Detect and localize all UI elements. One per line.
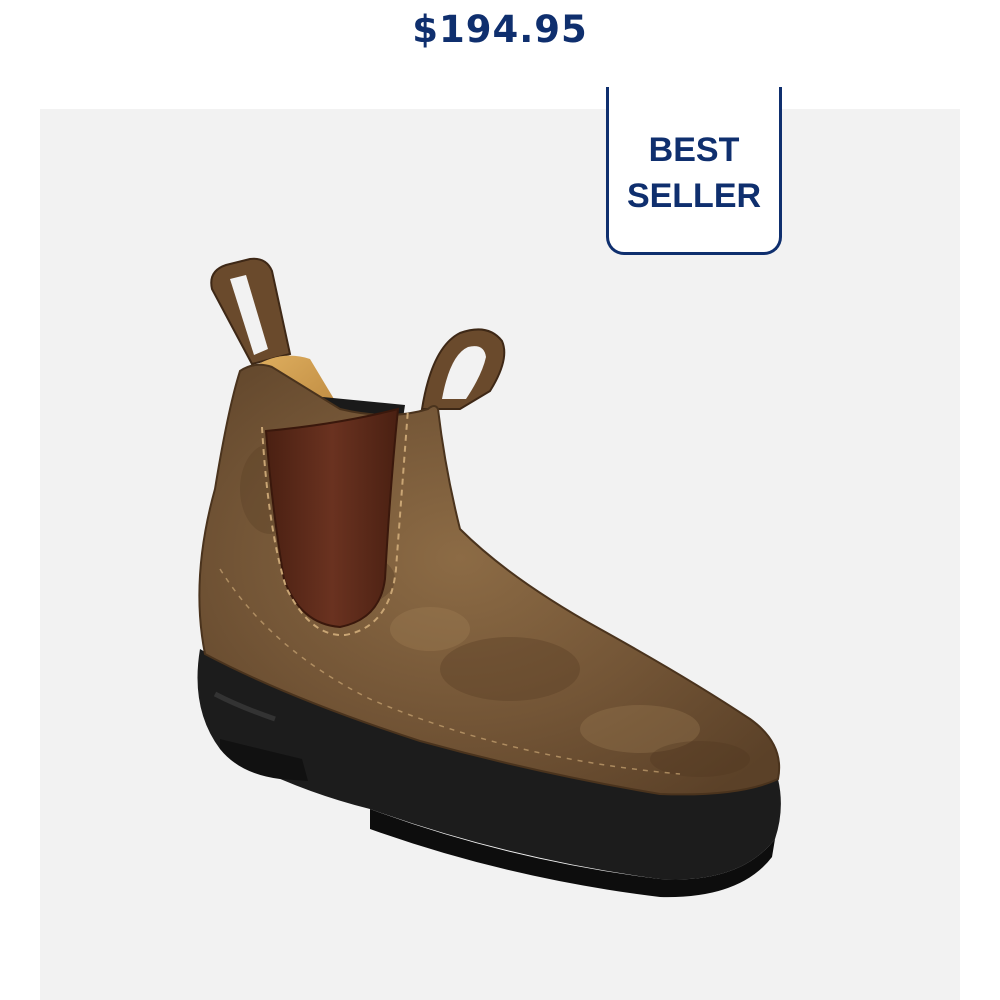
- best-seller-badge: BEST SELLER: [606, 87, 782, 255]
- product-price: $194.95: [412, 8, 588, 51]
- badge-label: BEST SELLER: [626, 130, 762, 215]
- boot-image[interactable]: [40, 109, 960, 1000]
- product-image-panel[interactable]: [40, 109, 960, 1000]
- product-card: $194.95 BEST SELLER: [0, 0, 1000, 1000]
